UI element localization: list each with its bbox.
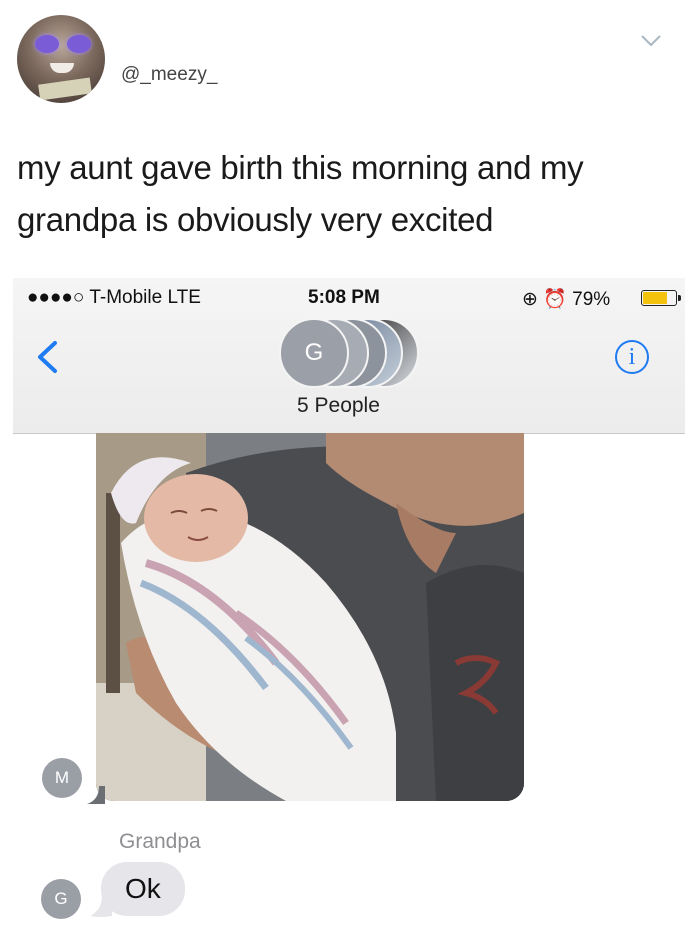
profile-avatar[interactable] (17, 15, 105, 103)
status-time: 5:08 PM (308, 287, 380, 308)
bubble-tail (87, 786, 105, 804)
sender-avatar[interactable]: G (41, 879, 81, 919)
baby-photo (96, 433, 524, 801)
participants-label[interactable]: 5 People (297, 394, 380, 418)
group-avatars[interactable]: G (279, 318, 429, 390)
chevron-left-icon[interactable] (33, 340, 61, 374)
carrier-signal: ●●●●○ T-Mobile LTE (27, 287, 201, 308)
message-bubble[interactable]: Ok (101, 862, 185, 916)
sender-name: Grandpa (119, 830, 201, 853)
tweet-text: my aunt gave birth this morning and my g… (17, 149, 584, 238)
photo-message[interactable] (96, 433, 524, 801)
battery-icon (641, 290, 681, 306)
info-icon[interactable]: i (615, 340, 649, 374)
username-handle[interactable]: @_meezy_ (121, 64, 217, 86)
smile-decoration (50, 63, 74, 73)
sender-avatar[interactable]: M (42, 758, 82, 798)
chevron-down-icon[interactable] (640, 34, 662, 48)
messages-header: ●●●●○ T-Mobile LTE 5:08 PM ⊕ ⏰ 79% G 5 P… (13, 278, 685, 434)
status-indicators: ⊕ ⏰ 79% (522, 289, 611, 310)
sunglasses-decoration (35, 35, 91, 53)
group-avatar-initial: G (279, 318, 349, 388)
embedded-screenshot: ●●●●○ T-Mobile LTE 5:08 PM ⊕ ⏰ 79% G 5 P… (13, 278, 685, 952)
cash-decoration (38, 77, 92, 101)
battery-level (643, 292, 668, 304)
